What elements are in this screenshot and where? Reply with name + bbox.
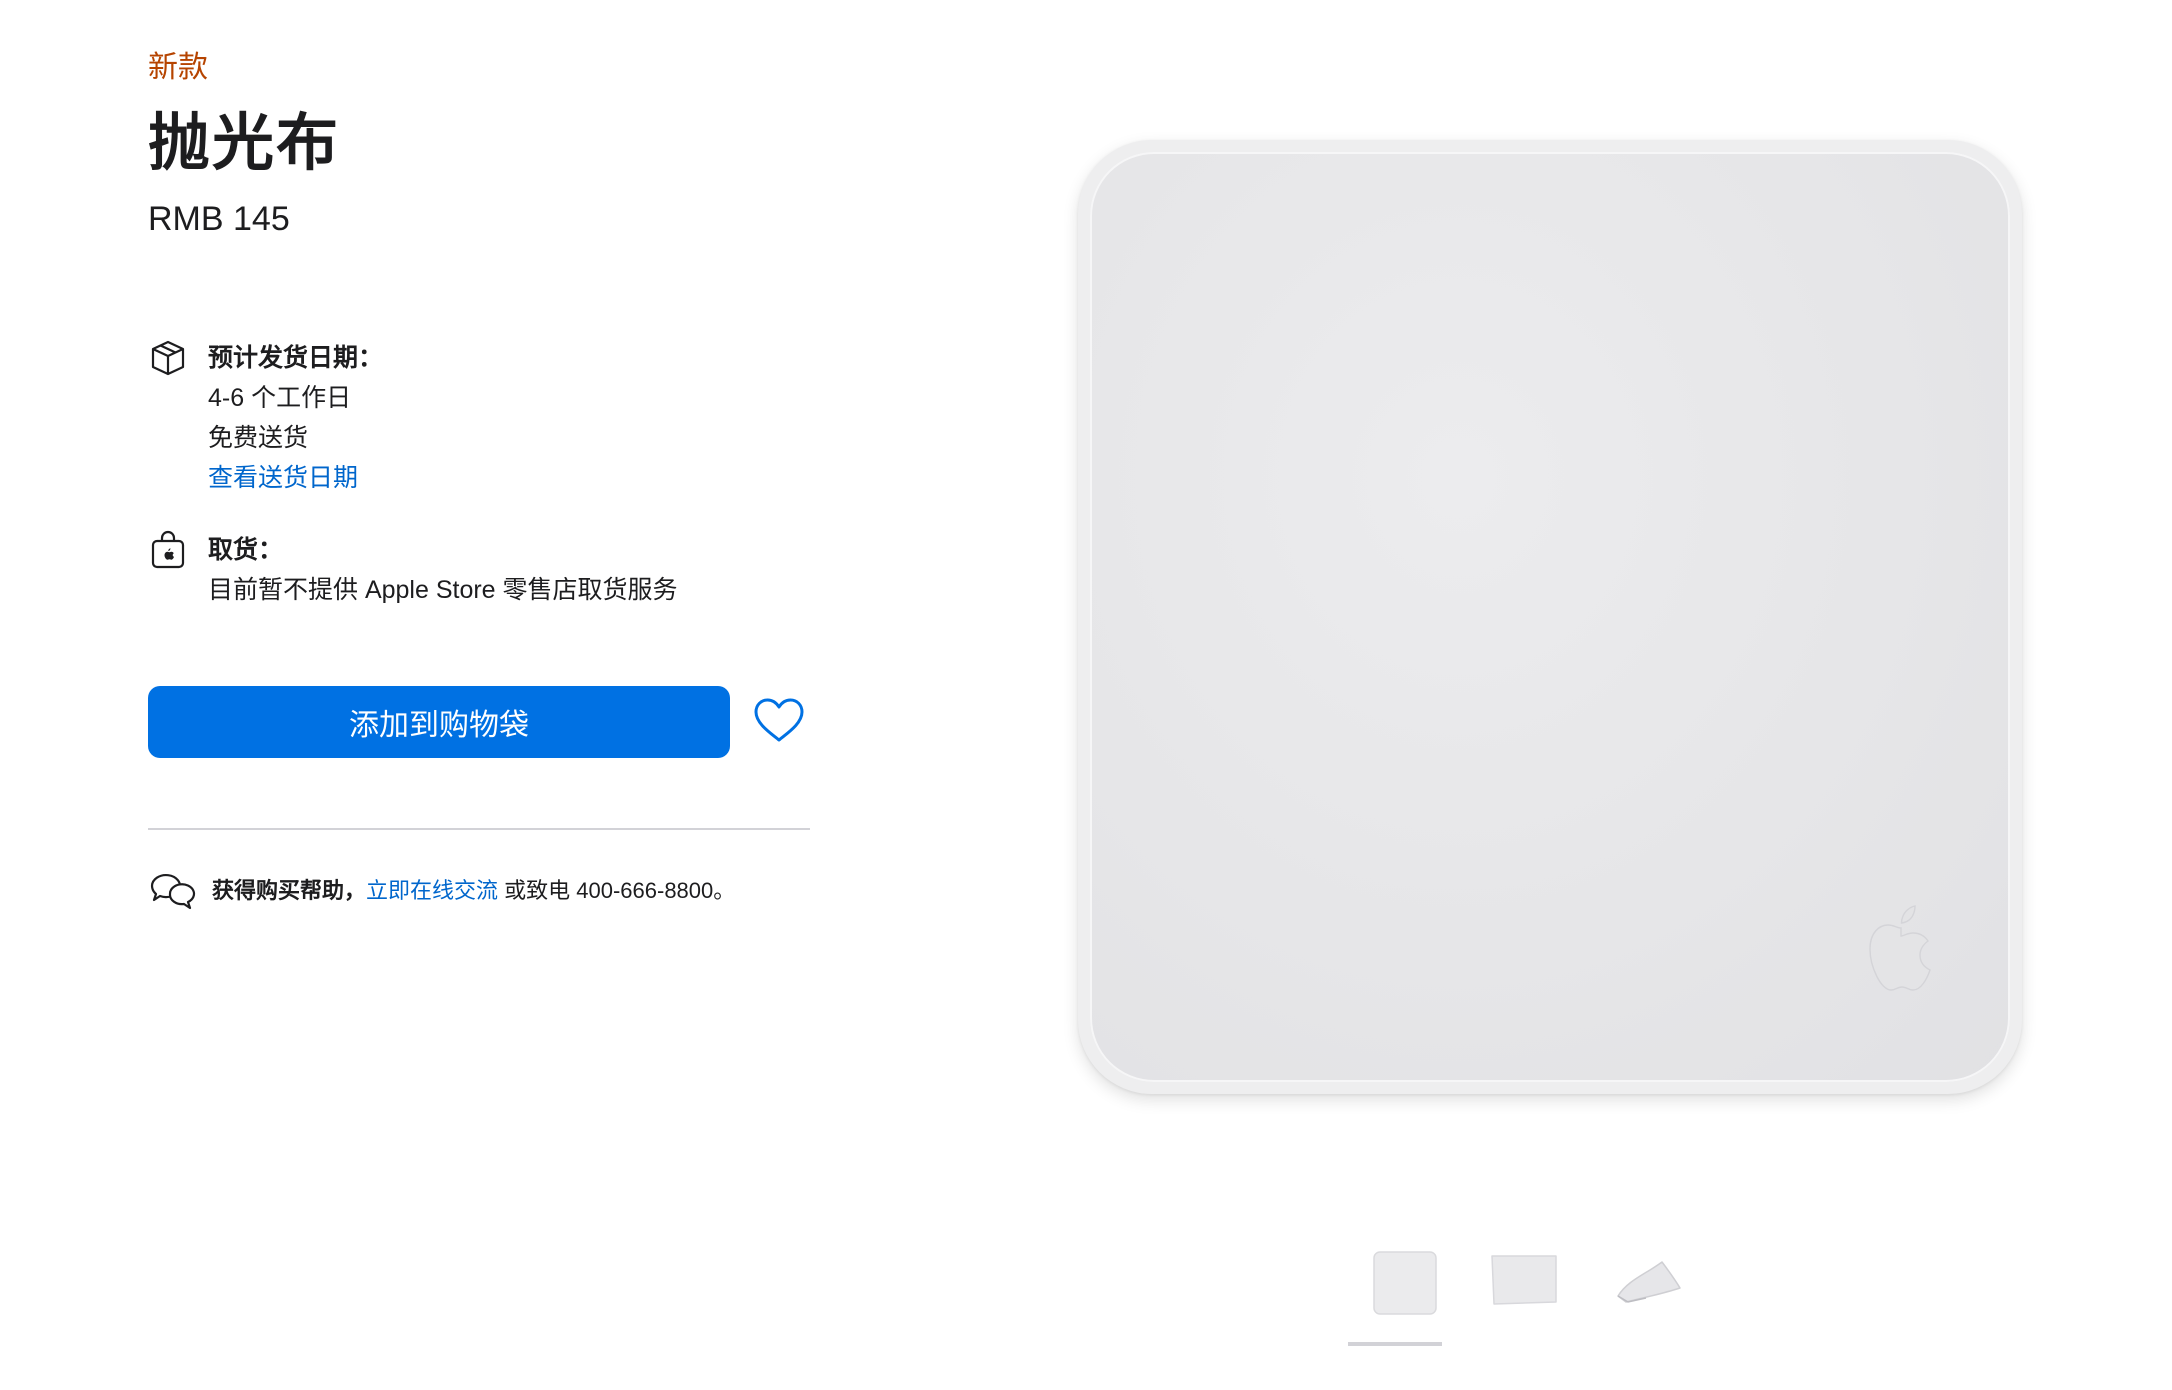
pickup-note: 目前暂不提供 Apple Store 零售店取货服务 [208, 576, 678, 604]
new-badge: 新款 [148, 51, 208, 84]
shipping-eta: 4-6 个工作日 [208, 384, 352, 412]
chat-bubbles-icon [150, 873, 196, 910]
phone-text: 或致电 400-666-8800。 [498, 878, 736, 903]
apple-logo-icon [1869, 905, 1931, 991]
product-price: RMB 145 [148, 200, 290, 238]
shipping-label: 预计发货日期： [208, 344, 384, 372]
delivery-dates-link[interactable]: 查看送货日期 [208, 458, 383, 498]
product-title: 抛光布 [148, 109, 341, 178]
product-hero-image [1078, 140, 2022, 1094]
cloth-surface [1090, 152, 2010, 1082]
shopping-bag-icon [151, 530, 185, 569]
help-lead: 获得购买帮助， [212, 878, 367, 903]
gallery-thumbnails [1348, 1240, 1740, 1360]
chat-link[interactable]: 立即在线交流 [366, 878, 498, 903]
thumbnail-cloth-front[interactable] [1360, 1240, 1440, 1320]
section-divider [148, 828, 810, 830]
box-icon [151, 340, 185, 376]
purchase-help: 获得购买帮助，立即在线交流 或致电 400-666-8800。 [148, 870, 828, 914]
heart-icon[interactable] [752, 696, 806, 746]
thumbnail-cloth-angle[interactable] [1482, 1240, 1562, 1320]
add-to-bag-button[interactable]: 添加到购物袋 [148, 686, 730, 758]
pickup-label: 取货： [208, 536, 284, 564]
shipping-free: 免费送货 [208, 424, 309, 452]
selected-thumbnail-indicator [1348, 1342, 1442, 1346]
thumbnail-cloth-folded[interactable] [1606, 1240, 1686, 1320]
